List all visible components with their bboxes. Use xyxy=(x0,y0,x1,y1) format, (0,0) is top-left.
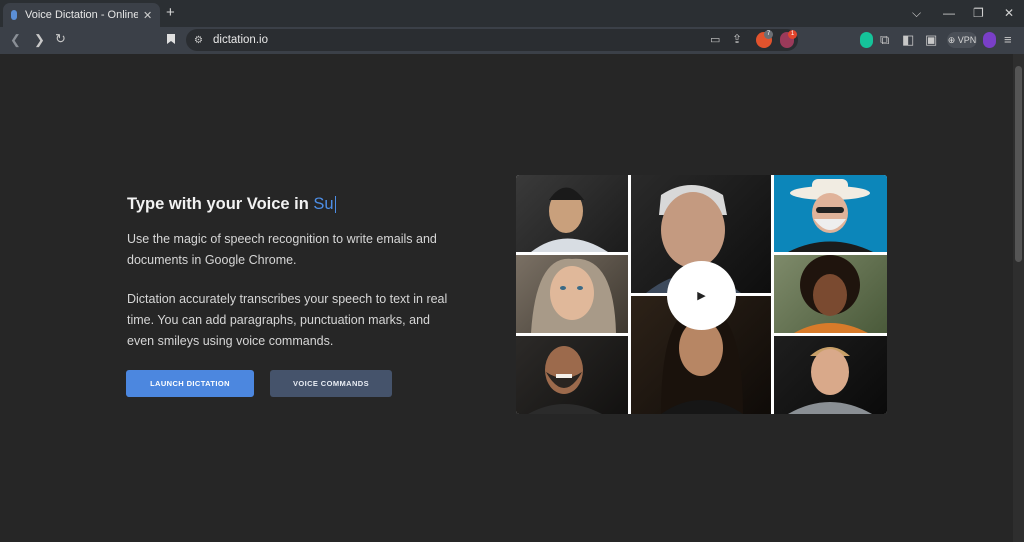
typed-language-text: Su xyxy=(313,195,334,213)
scrollbar-thumb[interactable] xyxy=(1015,66,1022,262)
vpn-label: VPN xyxy=(957,35,977,45)
extensions-puzzle-icon[interactable]: ⧉ xyxy=(880,32,889,48)
intro-paragraph: Use the magic of speech recognition to w… xyxy=(127,229,457,271)
cast-icon[interactable]: ▭ xyxy=(710,32,720,48)
profile-k-icon[interactable] xyxy=(983,32,996,48)
tab-strip: Voice Dictation - Online Speech ✕ + ⌵ — … xyxy=(0,0,1024,27)
portrait-young-man xyxy=(516,175,628,252)
voice-commands-button[interactable]: VOICE COMMANDS xyxy=(270,370,392,397)
close-tab-icon[interactable]: ✕ xyxy=(143,9,152,22)
grammarly-extension-icon[interactable] xyxy=(860,32,873,48)
close-window-button[interactable]: ✕ xyxy=(1004,5,1014,21)
bookmark-icon[interactable] xyxy=(166,33,176,49)
rewards-notification-badge: 1 xyxy=(788,30,797,39)
url-text[interactable]: dictation.io xyxy=(213,32,268,48)
play-button[interactable]: ▶ xyxy=(667,261,736,330)
microphone-favicon-icon xyxy=(11,10,17,20)
description-line-2: time. You can add paragraphs, punctuatio… xyxy=(127,313,430,327)
play-icon: ▶ xyxy=(697,290,706,302)
restore-button[interactable]: ❐ xyxy=(973,5,984,21)
hero-title-text: Type with your Voice in xyxy=(127,195,314,213)
back-button[interactable]: ❮ xyxy=(10,32,21,48)
wallet-icon[interactable]: ▣ xyxy=(925,32,937,48)
intro-line-1: Use the magic of speech recognition to w… xyxy=(127,232,437,246)
forward-button[interactable]: ❯ xyxy=(34,32,45,48)
description-paragraph: Dictation accurately transcribes your sp… xyxy=(127,289,457,352)
new-tab-button[interactable]: + xyxy=(166,5,175,21)
tab-title: Voice Dictation - Online Speech xyxy=(25,9,138,21)
intro-line-2: documents in Google Chrome. xyxy=(127,253,297,267)
portrait-curly-hair-woman xyxy=(774,255,887,333)
description-line-1: Dictation accurately transcribes your sp… xyxy=(127,292,448,306)
portrait-blond-man xyxy=(774,336,887,414)
share-icon[interactable]: ⇪ xyxy=(732,31,742,47)
reload-button[interactable]: ↻ xyxy=(55,31,66,47)
tab-search-chevron-icon[interactable]: ⌵ xyxy=(912,5,921,21)
typing-caret xyxy=(334,196,336,214)
description-line-3: even smileys using voice commands. xyxy=(127,334,334,348)
browser-tab[interactable]: Voice Dictation - Online Speech ✕ xyxy=(3,3,160,27)
sidebar-icon[interactable]: ◧ xyxy=(902,32,914,48)
address-bar[interactable] xyxy=(186,29,798,51)
brave-shields-count: 7 xyxy=(764,30,773,39)
portrait-woman-headscarf xyxy=(516,255,628,333)
site-settings-icon[interactable]: ⚙ xyxy=(194,33,203,49)
portrait-smiling-man xyxy=(516,336,628,414)
launch-dictation-button[interactable]: LAUNCH DICTATION xyxy=(126,370,254,397)
minimize-button[interactable]: — xyxy=(943,5,955,21)
portrait-man-hat xyxy=(774,175,887,252)
menu-icon[interactable]: ≡ xyxy=(1004,32,1012,48)
vpn-button[interactable]: ⊕ VPN xyxy=(947,32,977,48)
hero-title: Type with your Voice in Su xyxy=(127,195,336,214)
